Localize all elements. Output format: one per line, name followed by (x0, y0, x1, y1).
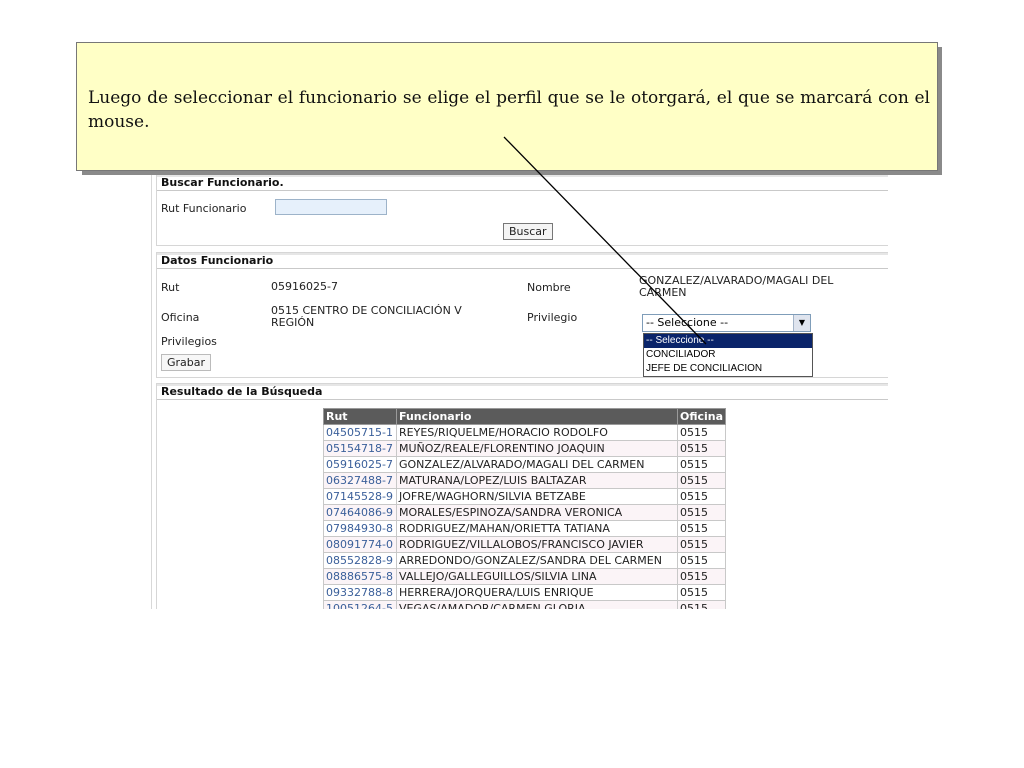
callout-pointer-line (503, 136, 707, 345)
